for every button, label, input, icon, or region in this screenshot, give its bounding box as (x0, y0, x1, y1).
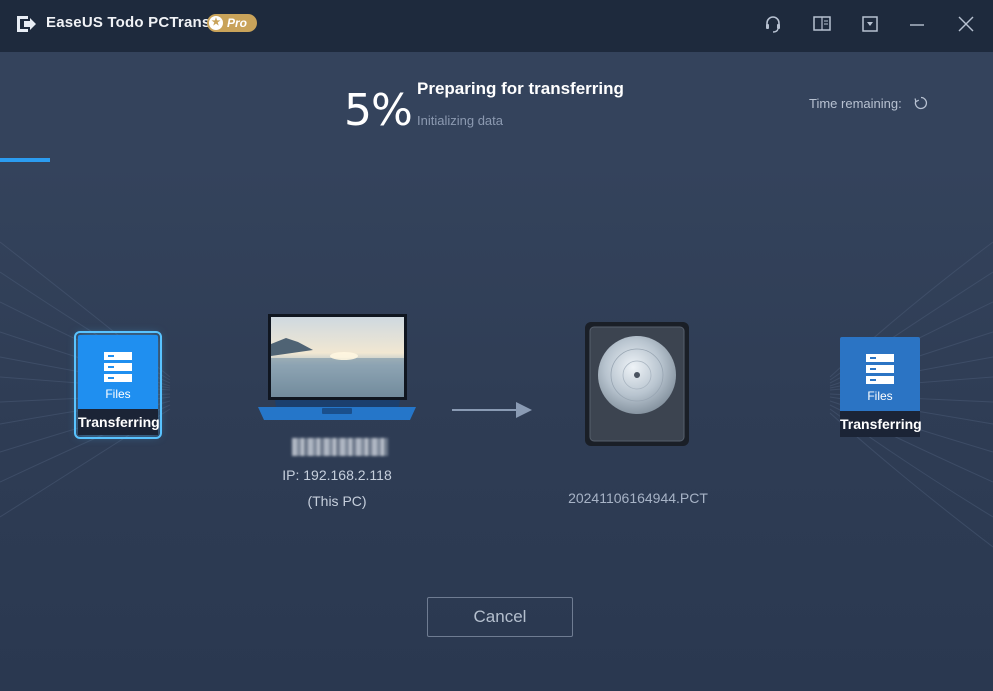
app-title: EaseUS Todo PCTrans (46, 14, 211, 31)
pro-badge-label: Pro (227, 16, 248, 30)
logo-icon (17, 16, 36, 32)
arrow-right-icon (452, 402, 532, 418)
destination-file-name: 20241106164944.PCT (568, 490, 708, 506)
source-card-type: Files (105, 387, 131, 401)
title-bar: EaseUS Todo PCTrans ★ Pro (0, 0, 993, 52)
disk-image-icon (585, 322, 689, 446)
status-subtitle: Initializing data (417, 113, 503, 128)
destination-card-status: Transferring (840, 411, 922, 437)
headset-icon[interactable] (762, 13, 784, 35)
pc-ip-address: IP: 192.168.2.118 (282, 467, 392, 483)
spinner-icon (914, 96, 928, 110)
pc-name-blurred (292, 438, 388, 456)
progress-percent: 5% (344, 85, 413, 136)
files-stack-icon (104, 352, 132, 382)
manual-icon[interactable] (811, 13, 833, 35)
star-icon: ★ (209, 16, 223, 30)
laptop-icon (258, 314, 416, 420)
time-remaining-label: Time remaining: (809, 96, 902, 111)
source-card-status: Transferring (78, 409, 160, 435)
transfer-view: Files Transferring IP: 192.168.2.118 (Th… (0, 162, 993, 691)
destination-card-type: Files (867, 389, 893, 403)
close-icon[interactable] (955, 13, 977, 35)
progress-header: 5% Preparing for transferring Initializi… (0, 52, 993, 162)
dropdown-menu-icon[interactable] (859, 13, 881, 35)
cancel-button[interactable]: Cancel (427, 597, 573, 637)
status-title: Preparing for transferring (417, 79, 624, 98)
minimize-icon[interactable] (906, 13, 928, 35)
pc-this-label: (This PC) (307, 493, 367, 509)
destination-files-card[interactable]: Files Transferring (840, 337, 922, 437)
files-stack-icon (866, 354, 894, 384)
pro-badge: ★ Pro (207, 14, 257, 32)
source-files-card[interactable]: Files Transferring (74, 331, 162, 439)
